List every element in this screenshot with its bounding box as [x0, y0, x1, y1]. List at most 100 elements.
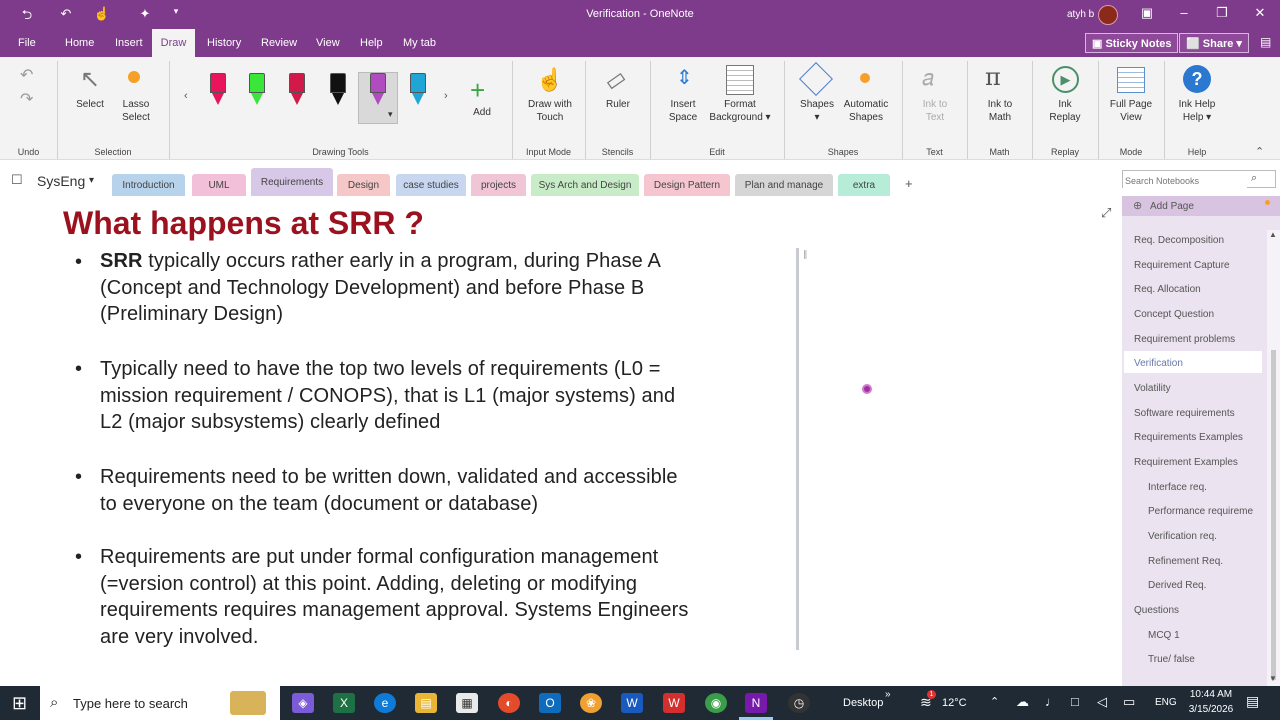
add-section-icon[interactable]: + [905, 176, 913, 191]
pen-dropdown-icon[interactable]: ▾ [388, 109, 393, 120]
temperature[interactable]: 12°C [942, 697, 967, 709]
section-tab-projects[interactable]: projects [471, 174, 526, 196]
insert-space-button[interactable]: Insert Space [660, 98, 706, 124]
page-item[interactable]: Verification req. [1148, 531, 1217, 542]
section-tab-plan-and-manage[interactable]: Plan and manage [735, 174, 833, 196]
collapse-icon[interactable]: ⌃ [1255, 145, 1264, 158]
start-icon[interactable]: ⊞ [12, 693, 27, 714]
share-button[interactable]: ⬜ Share ▾ [1179, 33, 1249, 53]
draw-with-touch-button[interactable]: Draw with Touch [520, 98, 580, 124]
page-item[interactable]: Requirements Examples [1134, 432, 1243, 443]
scrollbar[interactable]: ▲ ▼ [1267, 230, 1280, 686]
ink-to-text-button[interactable]: Ink to Text [913, 98, 957, 124]
format-background-button[interactable]: Format Background ▾ [706, 98, 774, 124]
section-tab-introduction[interactable]: Introduction [112, 174, 185, 196]
tab-history[interactable]: History [207, 37, 241, 49]
desktop-toolbar[interactable]: Desktop [843, 697, 883, 709]
tab-review[interactable]: Review [261, 37, 297, 49]
page-item[interactable]: True/ false [1148, 654, 1195, 665]
bullet-requirement-levels[interactable]: Typically need to have the top two level… [100, 356, 800, 436]
page-item[interactable]: Requirement Capture [1134, 260, 1230, 271]
minimize-icon[interactable]: – [1174, 5, 1194, 20]
pen-swatch-1[interactable] [210, 73, 226, 109]
page-item[interactable]: Questions [1134, 605, 1179, 616]
excel-icon[interactable]: X [333, 693, 355, 713]
notifications-icon[interactable]: ▤ [1246, 693, 1259, 710]
container-edge[interactable] [796, 248, 799, 650]
wps-icon[interactable]: W [663, 693, 685, 713]
maximize-icon[interactable]: ❐ [1212, 5, 1232, 21]
tab-draw[interactable]: Draw [152, 29, 195, 57]
app-icon[interactable]: ◷ [788, 693, 810, 713]
taskbar-search[interactable]: ⌕ Type here to search [40, 686, 280, 720]
outlook-icon[interactable]: O [539, 693, 561, 713]
tab-my-tab[interactable]: My tab [403, 37, 436, 49]
sticky-notes-button[interactable]: ▣ Sticky Notes [1085, 33, 1179, 53]
chevron-left-icon[interactable]: ‹ [184, 90, 188, 102]
notebook-picker[interactable]: SysEng [37, 173, 85, 189]
close-icon[interactable]: ✕ [1250, 5, 1270, 21]
tab-help[interactable]: Help [360, 37, 383, 49]
chrome-icon[interactable]: ◉ [705, 693, 727, 713]
page-item[interactable]: Derived Req. [1148, 580, 1206, 591]
bullet-srr-timing[interactable]: SRR typically occurs rather early in a p… [100, 248, 800, 328]
expand-icon[interactable]: ⤢ [1101, 205, 1111, 221]
volume-icon[interactable]: ◁ [1097, 694, 1107, 710]
clock-time[interactable]: 10:44 AM [1187, 689, 1235, 700]
add-page-button[interactable]: ⊕ Add Page [1122, 196, 1280, 216]
undo-icon[interactable]: ↶ [20, 65, 33, 85]
chevron-right-icon[interactable]: › [444, 90, 448, 102]
avatar[interactable] [1098, 5, 1118, 25]
section-tab-extra[interactable]: extra [838, 174, 890, 196]
file-explorer-icon[interactable]: ▤ [415, 693, 437, 713]
add-pen-button[interactable]: Add [462, 106, 502, 119]
tab-home[interactable]: Home [65, 37, 94, 49]
ink-replay-button[interactable]: Ink Replay [1043, 98, 1087, 124]
section-tab-sys-arch-and-design[interactable]: Sys Arch and Design [531, 174, 639, 196]
page-item[interactable]: Concept Question [1134, 309, 1214, 320]
pen-swatch-4[interactable] [330, 73, 346, 109]
ink-to-math-button[interactable]: Ink to Math [978, 98, 1022, 124]
copilot-icon[interactable]: ◈ [292, 693, 314, 713]
chevron-down-icon[interactable]: ▾ [89, 175, 94, 186]
bullet-configuration-management[interactable]: Requirements are put under formal config… [100, 544, 810, 650]
page-item[interactable]: Volatility [1134, 383, 1171, 394]
page-item[interactable]: Verification [1134, 358, 1183, 369]
scroll-thumb[interactable] [1271, 350, 1276, 680]
section-tab-design[interactable]: Design [337, 174, 390, 196]
tab-file[interactable]: File [18, 37, 36, 49]
ribbon-display-icon[interactable]: ▣ [1137, 5, 1157, 21]
page-item[interactable]: Software requirements [1134, 408, 1235, 419]
tab-view[interactable]: View [316, 37, 340, 49]
onenote-icon[interactable]: N [745, 693, 767, 713]
section-tab-case-studies[interactable]: case studies [396, 174, 466, 196]
scroll-up-icon[interactable]: ▲ [1269, 230, 1277, 239]
search-notebooks-box[interactable]: ⌕ [1122, 170, 1276, 189]
battery-icon[interactable]: ▭ [1123, 694, 1135, 710]
ruler-button[interactable]: Ruler [598, 98, 638, 111]
search-input[interactable] [1123, 173, 1247, 189]
app-icon[interactable]: ❀ [580, 693, 602, 713]
chevron-up-icon[interactable]: ⌃ [990, 695, 999, 708]
app-icon[interactable]: ◐ [498, 693, 520, 713]
user-name[interactable]: atyh b [1067, 9, 1094, 20]
shapes-button[interactable]: Shapes ▾ [796, 98, 838, 124]
cloud-icon[interactable]: ☁ [1016, 694, 1029, 710]
tab-insert[interactable]: Insert [115, 37, 143, 49]
search-icon[interactable]: ⌕ [1251, 172, 1257, 185]
pen-swatch-3[interactable] [289, 73, 305, 109]
collapse-ribbon-icon[interactable]: ▤ [1260, 35, 1271, 49]
page-item[interactable]: Refinement Req. [1148, 556, 1223, 567]
redo-icon[interactable]: ↷ [20, 89, 33, 109]
language-indicator[interactable]: ENG [1155, 697, 1177, 708]
page-item[interactable]: MCQ 1 [1148, 630, 1180, 641]
scroll-down-icon[interactable]: ▼ [1269, 674, 1277, 683]
page-item[interactable]: Req. Decomposition [1134, 235, 1224, 246]
chevron-right-icon[interactable]: » [885, 689, 891, 700]
pen-swatch-5[interactable] [370, 73, 386, 109]
page-item[interactable]: Requirement problems [1134, 334, 1235, 345]
section-tab-requirements[interactable]: Requirements [251, 168, 333, 196]
select-button[interactable]: Select [70, 98, 110, 111]
lasso-select-button[interactable]: Lasso Select [114, 98, 158, 124]
page-item[interactable]: Requirement Examples [1134, 457, 1238, 468]
